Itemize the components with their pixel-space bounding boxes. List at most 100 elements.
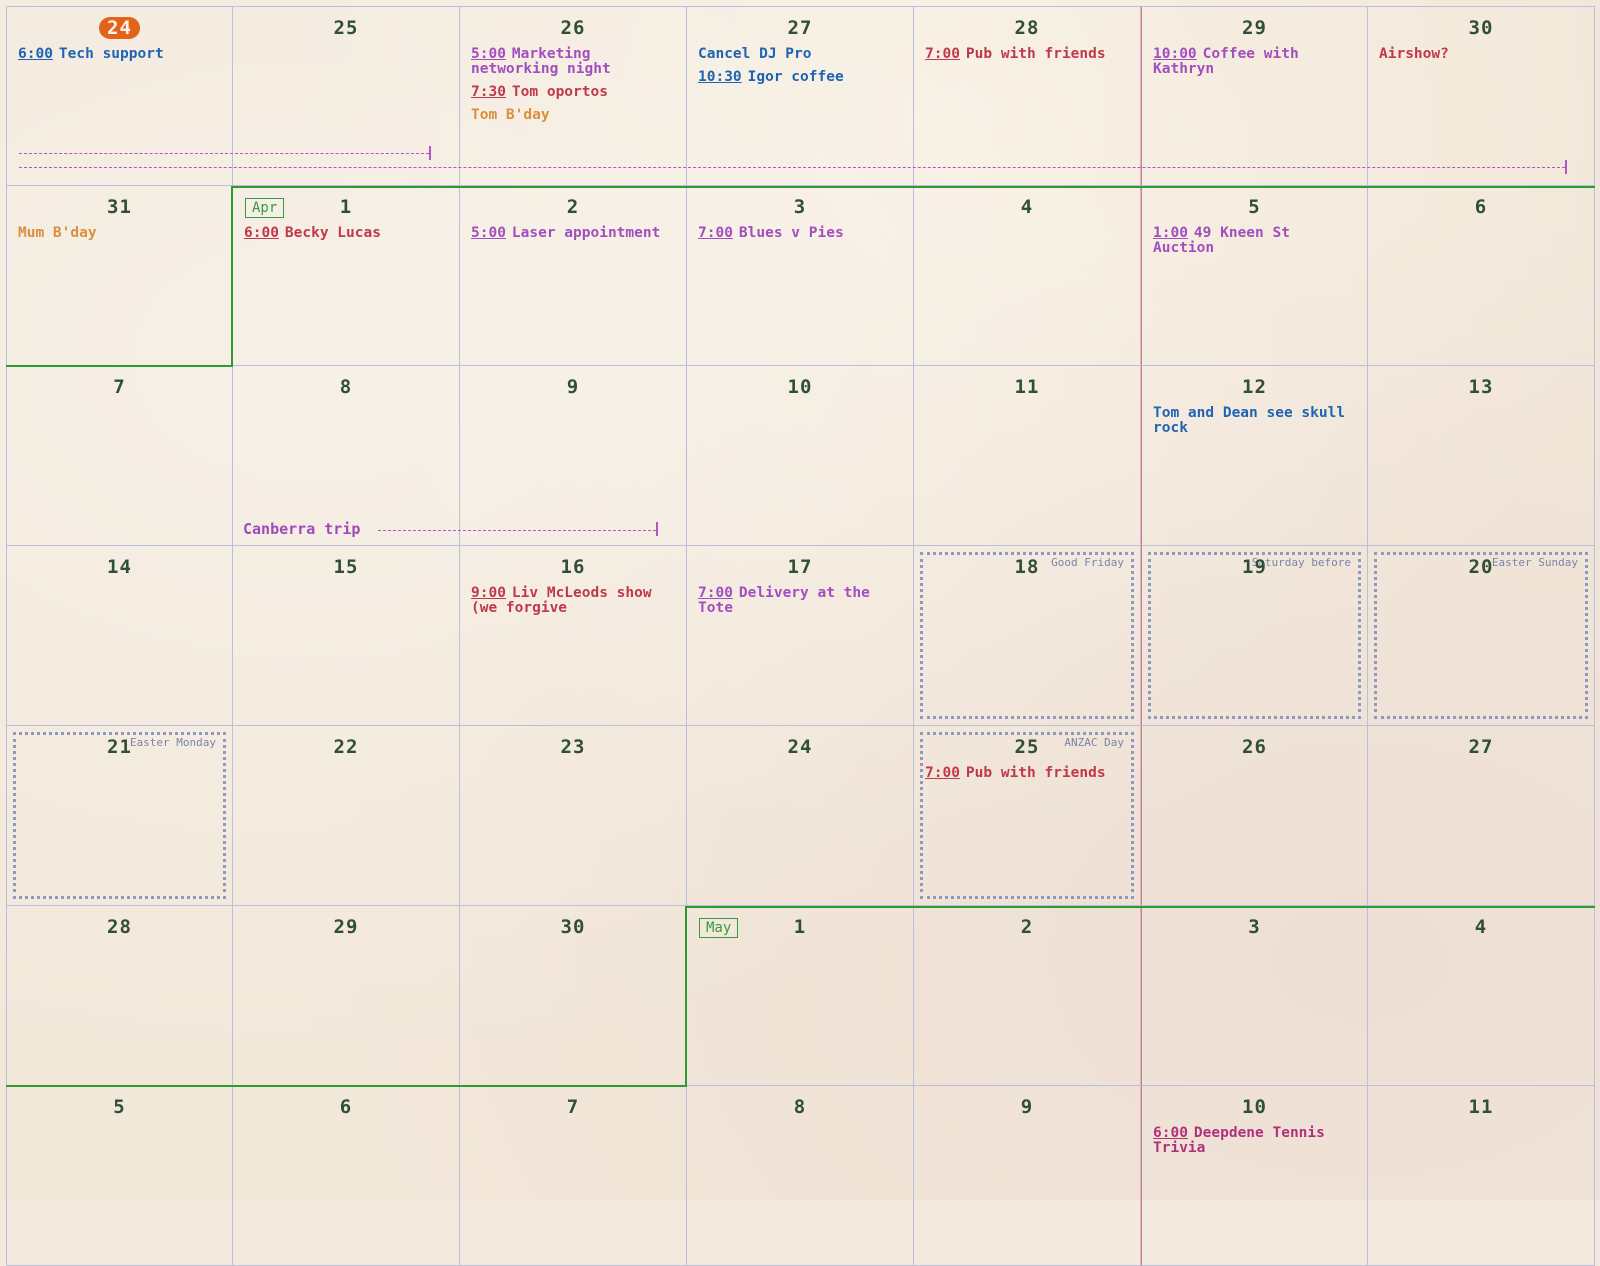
day-cell[interactable]: 14 — [6, 546, 233, 726]
date-number[interactable]: 7 — [7, 376, 232, 398]
day-cell[interactable]: 28 — [6, 906, 233, 1086]
calendar-event[interactable]: Tom and Dean see skull rock — [1153, 406, 1359, 436]
date-number[interactable]: 29 — [233, 916, 459, 938]
date-number[interactable]: 11 — [1368, 1096, 1594, 1118]
day-cell[interactable]: 3 7:00 Blues v Pies — [687, 186, 914, 366]
date-number[interactable]: 11 — [914, 376, 1140, 398]
date-number[interactable]: 10 — [1142, 1096, 1367, 1118]
day-cell[interactable]: 11 — [1368, 1086, 1595, 1266]
date-number[interactable]: 30 — [1368, 17, 1594, 39]
day-cell[interactable]: 8 — [687, 1086, 914, 1266]
day-cell[interactable]: 12 Tom and Dean see skull rock — [1141, 366, 1368, 546]
calendar-event[interactable]: 7:00 Pub with friends — [925, 766, 1132, 781]
calendar-event[interactable]: 9:00 Liv McLeods show (we forgive — [471, 586, 678, 616]
day-cell[interactable]: 24 6:00 Tech support — [6, 6, 233, 186]
date-number[interactable]: 25 — [233, 17, 459, 39]
date-number[interactable]: 14 — [7, 556, 232, 578]
day-cell[interactable]: 3 — [1141, 906, 1368, 1086]
day-cell[interactable]: 7 — [460, 1086, 687, 1266]
day-cell[interactable]: 30 Airshow? — [1368, 6, 1595, 186]
day-cell[interactable]: 17 7:00 Delivery at the Tote — [687, 546, 914, 726]
calendar-event[interactable]: 5:00 Marketing networking night — [471, 47, 678, 77]
date-number[interactable]: 21 — [7, 736, 232, 758]
date-number[interactable]: 5 — [7, 1096, 232, 1118]
date-number[interactable]: 29 — [1142, 17, 1367, 39]
date-number[interactable]: 7 — [460, 1096, 686, 1118]
day-cell[interactable]: 27 — [1368, 726, 1595, 906]
date-number[interactable]: 26 — [460, 17, 686, 39]
span-line-week1-short[interactable] — [19, 153, 429, 154]
calendar-event[interactable]: 6:00 Becky Lucas — [244, 226, 451, 241]
day-cell[interactable]: 5 1:00 49 Kneen St Auction — [1141, 186, 1368, 366]
date-number[interactable]: 8 — [233, 376, 459, 398]
date-number[interactable]: 25 — [914, 736, 1140, 758]
date-number[interactable]: 3 — [687, 196, 913, 218]
day-cell[interactable]: 10 — [687, 366, 914, 546]
date-number[interactable]: 27 — [1368, 736, 1594, 758]
date-number[interactable]: 28 — [7, 916, 232, 938]
date-number[interactable]: 17 — [687, 556, 913, 578]
date-number[interactable]: 9 — [460, 376, 686, 398]
calendar-event[interactable]: Tom B'day — [471, 108, 678, 123]
date-number[interactable]: 16 — [460, 556, 686, 578]
day-cell[interactable]: Easter Sunday 20 — [1368, 546, 1595, 726]
date-number[interactable]: 6 — [1368, 196, 1594, 218]
date-number[interactable]: 22 — [233, 736, 459, 758]
calendar-event[interactable]: 10:00 Coffee with Kathryn — [1153, 47, 1359, 77]
today-date-number[interactable]: 24 — [7, 17, 232, 39]
date-number[interactable]: 23 — [460, 736, 686, 758]
date-number[interactable]: 2 — [460, 196, 686, 218]
date-number[interactable]: 10 — [687, 376, 913, 398]
date-number[interactable]: 30 — [460, 916, 686, 938]
date-number[interactable]: 13 — [1368, 376, 1594, 398]
calendar-event[interactable]: Mum B'day — [18, 226, 224, 241]
calendar-event[interactable]: 10:30 Igor coffee — [698, 70, 905, 85]
day-cell[interactable]: 27 Cancel DJ Pro 10:30 Igor coffee — [687, 6, 914, 186]
span-label-canberra-trip[interactable]: Canberra trip — [243, 520, 360, 538]
date-number[interactable]: 20 — [1368, 556, 1594, 578]
calendar-event[interactable]: Cancel DJ Pro — [698, 47, 905, 62]
day-cell[interactable]: Easter Monday 21 — [6, 726, 233, 906]
day-cell[interactable]: 2 5:00 Laser appointment — [460, 186, 687, 366]
day-cell[interactable]: 24 — [687, 726, 914, 906]
day-cell[interactable]: 26 — [1141, 726, 1368, 906]
day-cell[interactable]: 2 — [914, 906, 1141, 1086]
day-cell[interactable]: Saturday before 19 — [1141, 546, 1368, 726]
date-number[interactable]: 9 — [914, 1096, 1140, 1118]
calendar-event[interactable]: 7:00 Blues v Pies — [698, 226, 905, 241]
date-number[interactable]: 24 — [687, 736, 913, 758]
day-cell[interactable]: 11 — [914, 366, 1141, 546]
day-cell[interactable]: ANZAC Day 25 7:00 Pub with friends — [914, 726, 1141, 906]
date-number[interactable]: 4 — [1368, 916, 1594, 938]
day-cell[interactable]: 13 — [1368, 366, 1595, 546]
date-number[interactable]: 27 — [687, 17, 913, 39]
date-number[interactable]: 28 — [914, 17, 1140, 39]
day-cell[interactable]: 6 — [1368, 186, 1595, 366]
day-cell[interactable]: 6 — [233, 1086, 460, 1266]
date-number[interactable]: 19 — [1142, 556, 1367, 578]
day-cell[interactable]: 16 9:00 Liv McLeods show (we forgive — [460, 546, 687, 726]
day-cell[interactable]: 29 10:00 Coffee with Kathryn — [1141, 6, 1368, 186]
date-number[interactable]: 1 — [233, 196, 459, 218]
day-cell[interactable]: 23 — [460, 726, 687, 906]
date-number[interactable]: 12 — [1142, 376, 1367, 398]
day-cell[interactable]: 25 — [233, 6, 460, 186]
day-cell[interactable]: 4 — [914, 186, 1141, 366]
day-cell[interactable]: 9 — [914, 1086, 1141, 1266]
date-number[interactable]: 3 — [1142, 916, 1367, 938]
calendar-event[interactable]: 6:00 Deepdene Tennis Trivia — [1153, 1126, 1359, 1156]
date-number[interactable]: 26 — [1142, 736, 1367, 758]
calendar-event[interactable]: 6:00 Tech support — [18, 47, 224, 62]
day-cell[interactable]: 15 — [233, 546, 460, 726]
day-cell[interactable]: 9 — [460, 366, 687, 546]
date-number[interactable]: 6 — [233, 1096, 459, 1118]
date-number[interactable]: 4 — [914, 196, 1140, 218]
span-line-week1-long[interactable] — [19, 167, 1565, 168]
day-cell[interactable]: 22 — [233, 726, 460, 906]
day-cell[interactable]: 30 — [460, 906, 687, 1086]
day-cell[interactable]: May 1 — [687, 906, 914, 1086]
calendar-event[interactable]: 1:00 49 Kneen St Auction — [1153, 226, 1359, 256]
date-number[interactable]: 2 — [914, 916, 1140, 938]
day-cell[interactable]: 7 — [6, 366, 233, 546]
day-cell[interactable]: 31 Mum B'day — [6, 186, 233, 366]
